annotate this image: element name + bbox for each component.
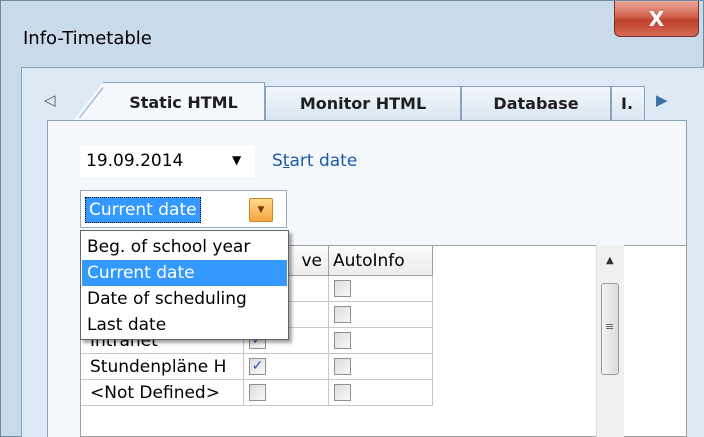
dropdown-arrow-icon[interactable]: ▼: [249, 198, 273, 222]
tab-scroll-left-icon[interactable]: ◁: [44, 91, 56, 109]
close-button[interactable]: X: [614, 1, 699, 37]
tab-database[interactable]: Database: [461, 86, 611, 120]
tab-scroll-right-icon[interactable]: ▶: [656, 91, 668, 109]
tab-monitor-html[interactable]: Monitor HTML: [265, 86, 461, 120]
start-date-label[interactable]: Start date: [272, 151, 357, 171]
autoinfo-cell: [329, 276, 433, 302]
table-row[interactable]: Stundenpläne H ✓: [81, 354, 433, 380]
option-current-date[interactable]: Current date: [82, 260, 287, 286]
autoinfo-cell: [329, 328, 433, 354]
scrollbar-thumb[interactable]: ≡: [601, 283, 619, 375]
tab-label: I.: [621, 94, 634, 113]
grip-icon: ≡: [605, 320, 615, 333]
autoinfo-checkbox[interactable]: [334, 358, 351, 375]
autoinfo-checkbox[interactable]: [334, 332, 351, 349]
tab-label: Monitor HTML: [299, 94, 427, 113]
tab-truncated[interactable]: I.: [611, 86, 645, 120]
table-row[interactable]: <Not Defined>: [81, 380, 433, 406]
autoinfo-checkbox[interactable]: [334, 384, 351, 401]
date-mode-dropdown-list: Beg. of school year Current date Date of…: [80, 230, 289, 340]
date-mode-combo[interactable]: Current date ▼: [80, 190, 287, 228]
close-icon: X: [648, 6, 665, 31]
active-checkbox[interactable]: [249, 384, 266, 401]
chevron-down-icon[interactable]: ▼: [232, 153, 241, 167]
tab-static-html[interactable]: Static HTML: [103, 82, 265, 121]
autoinfo-checkbox[interactable]: [334, 306, 351, 323]
option-date-of-scheduling[interactable]: Date of scheduling: [82, 286, 287, 312]
start-date-label-part: S: [272, 151, 283, 171]
autoinfo-cell: [329, 354, 433, 380]
start-date-label-rest: art date: [289, 151, 358, 171]
option-beg-of-school-year[interactable]: Beg. of school year: [82, 234, 287, 260]
autoinfo-checkbox[interactable]: [334, 280, 351, 297]
option-last-date[interactable]: Last date: [82, 312, 287, 338]
autoinfo-cell: [329, 380, 433, 406]
column-header-autoinfo[interactable]: AutoInfo: [329, 246, 433, 276]
active-cell: ✓: [244, 354, 329, 380]
vertical-scrollbar[interactable]: ▲ ≡: [596, 245, 624, 437]
scroll-up-icon[interactable]: ▲: [606, 255, 614, 266]
row-name: <Not Defined>: [81, 380, 244, 406]
active-checkbox[interactable]: ✓: [249, 358, 266, 375]
tab-active-slant: [73, 82, 103, 121]
date-picker[interactable]: 19.09.2014 ▼: [80, 145, 255, 177]
window-title: Info-Timetable: [23, 28, 152, 49]
active-cell: [244, 380, 329, 406]
date-value: 19.09.2014: [86, 151, 184, 171]
date-mode-value: Current date: [85, 197, 201, 223]
row-name: Stundenpläne H: [81, 354, 244, 380]
tab-label: Database: [493, 94, 579, 113]
autoinfo-cell: [329, 302, 433, 328]
tab-label: Static HTML: [129, 92, 238, 112]
